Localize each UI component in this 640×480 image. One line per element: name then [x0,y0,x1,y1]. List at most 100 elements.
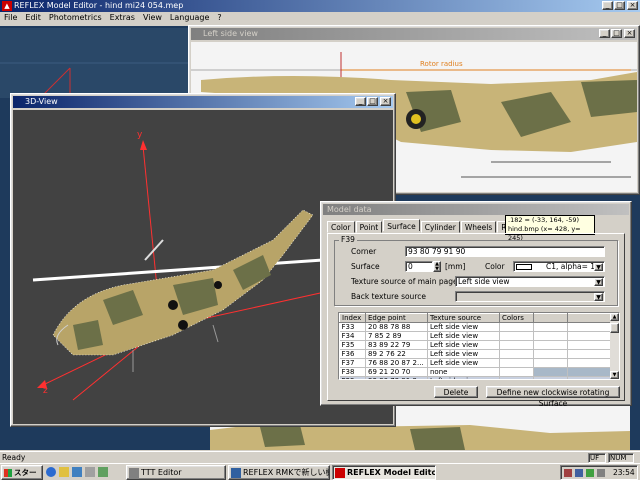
minimize-button[interactable]: _ [602,1,613,10]
define-surface-button[interactable]: Define new clockwise rotating Surface [486,386,620,408]
row-colors [499,340,534,350]
table-scrollbar[interactable]: ▲ ▼ [610,313,619,379]
texture-main-select[interactable]: Left side view ▼ [455,276,605,287]
col-colors[interactable]: Colors [499,313,534,323]
tab-color[interactable]: Color [327,221,355,233]
menu-help[interactable]: ? [213,12,225,24]
tray-icon-2[interactable] [575,469,583,477]
outlook-icon[interactable] [59,467,69,477]
row-extra-2 [567,322,611,332]
row-extra-1 [533,331,568,341]
3d-view-title-bar[interactable]: 3D-View _ □ × [13,96,393,108]
table-row[interactable]: F3993 80 79 91 9...Left side view [339,376,611,379]
menu-bar: File Edit Photometrics Extras View Langu… [0,12,640,24]
system-tray: 23:54 [560,465,638,480]
table-row[interactable]: F36 89 2 76 22 Left side view [339,349,611,359]
app-icon-2[interactable] [98,467,108,477]
texture-main-dropdown-icon[interactable]: ▼ [594,278,603,286]
reflex-rmk-icon [231,468,241,478]
color-dropdown-icon[interactable]: ▼ [594,263,603,271]
reflex-editor-icon [335,468,345,478]
scroll-thumb[interactable] [610,323,619,333]
row-index: F34 [339,331,366,341]
side-view-title-bar[interactable]: Left side view _ □ × [191,28,637,40]
side-view-minimize-button[interactable]: _ [599,29,610,38]
col-index[interactable]: Index [339,313,366,323]
col-edge-point[interactable]: Edge point [365,313,428,323]
color-select[interactable]: C1, alpha= 1.0 ▼ [513,261,605,272]
ie-icon[interactable] [46,467,56,477]
3d-view-maximize-button[interactable]: □ [367,97,378,106]
windows-logo-icon [4,469,12,477]
row-extra-1 [533,349,568,359]
menu-language[interactable]: Language [166,12,213,24]
row-extra-1 [533,376,568,379]
tray-icon-3[interactable] [586,469,594,477]
row-extra-2 [567,340,611,350]
table-row[interactable]: F37 76 88 20 87 2... Left side view [339,358,611,368]
menu-view[interactable]: View [139,12,166,24]
background-view-window[interactable] [0,28,188,98]
col-texture-source[interactable]: Texture source [427,313,500,323]
tray-icon-4[interactable] [597,469,605,477]
back-texture-dropdown-icon[interactable]: ▼ [594,293,603,301]
tab-point[interactable]: Point [355,221,383,233]
ttt-editor-icon [129,468,139,478]
surface-table-container[interactable]: Index Edge point Texture source Colors F… [338,312,620,380]
col-extra-2 [567,313,611,323]
surface-tab-page: F39 Corner 93 80 79 91 90 Surface 0 ▲ ▼ [… [327,233,625,408]
corner-field[interactable]: 93 80 79 91 90 [405,246,605,257]
taskbar-item-reflex-rmk[interactable]: REFLEX RMKで新しい機... [228,465,330,480]
side-view-title: Left side view [203,29,258,38]
y-axis-label: y [137,130,143,140]
row-index: F37 [339,358,366,368]
menu-extras[interactable]: Extras [106,12,139,24]
taskbar: スタート TTT Editor REFLEX RMKで新しい機... REFLE… [0,463,640,480]
tab-wheels[interactable]: Wheels [460,221,497,233]
media-icon[interactable] [85,467,95,477]
scroll-down-button[interactable]: ▼ [610,371,619,379]
table-row[interactable]: F38 69 21 20 70 none [339,367,611,377]
tab-cylinder[interactable]: Cylinder [420,221,460,233]
maximize-button[interactable]: □ [614,1,625,10]
row-colors [499,376,534,379]
menu-file[interactable]: File [0,12,21,24]
row-edge-point: 93 80 79 91 9... [365,376,428,379]
taskbar-item-ttt-editor[interactable]: TTT Editor [126,465,226,480]
row-colors [499,349,534,359]
3d-view-minimize-button[interactable]: _ [355,97,366,106]
desktop-icon[interactable] [72,467,82,477]
status-uf: UF [588,453,606,463]
menu-edit[interactable]: Edit [21,12,45,24]
row-texture-source: Left side view [427,376,500,379]
surface-spinner[interactable]: ▲ ▼ [433,261,441,272]
status-text: Ready [2,453,26,462]
taskbar-item-reflex-model-editor[interactable]: REFLEX Model Edito... [332,465,436,480]
back-texture-label: Back texture source [351,292,426,301]
main-title-bar[interactable]: ▲ REFLEX Model Editor - hind mi24 054.me… [0,0,640,12]
tray-icon-1[interactable] [564,469,572,477]
start-button[interactable]: スタート [1,465,43,480]
model-data-title-bar[interactable]: Model data [323,204,629,215]
close-button[interactable]: × [627,1,638,10]
3d-view-close-button[interactable]: × [380,97,391,106]
row-index: F38 [339,367,366,377]
tab-surface[interactable]: Surface [383,219,420,231]
menu-photometrics[interactable]: Photometrics [45,12,106,24]
row-edge-point: 20 88 78 88 [365,322,428,332]
surface-input[interactable]: 0 [405,261,433,272]
delete-button[interactable]: Delete [434,386,478,398]
row-colors [499,331,534,341]
row-texture-source: Left side view [427,340,500,350]
quick-launch [46,467,108,477]
back-texture-select[interactable]: ▼ [455,291,605,302]
scroll-up-button[interactable]: ▲ [610,313,619,321]
table-row[interactable]: F33 20 88 78 88 Left side view [339,322,611,332]
model-data-dialog[interactable]: Model data Color Point Surface Cylinder … [320,201,632,408]
table-row[interactable]: F35 83 89 22 79 Left side view [339,340,611,350]
table-row[interactable]: F34 7 85 2 89 Left side view [339,331,611,341]
clock[interactable]: 23:54 [613,468,635,478]
side-view-maximize-button[interactable]: □ [611,29,622,38]
row-texture-source: Left side view [427,349,500,359]
side-view-close-button[interactable]: × [624,29,635,38]
